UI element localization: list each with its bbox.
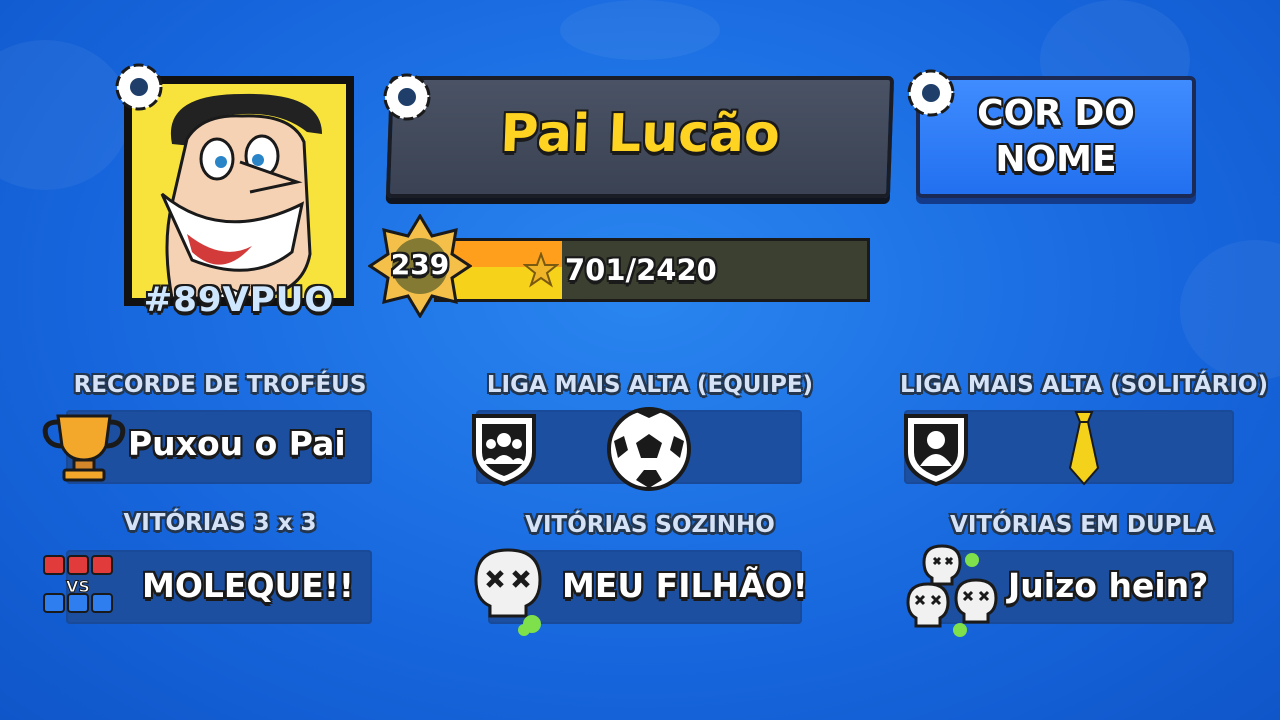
name-color-button-label: COR DO NOME [977, 93, 1135, 180]
wins-duo-value: Juizo hein? [1008, 566, 1209, 605]
star-icon [523, 252, 559, 288]
level-number: 239 [390, 248, 450, 281]
background-skull-decoration [1180, 240, 1280, 380]
experience-bar: 701/2420 [434, 238, 870, 302]
svg-text:VS: VS [66, 577, 90, 596]
soccer-ball-icon [607, 407, 691, 491]
player-tag: #89VPUO [143, 280, 335, 320]
vs-icon: VS [43, 555, 113, 613]
gear-icon[interactable] [376, 66, 438, 128]
trophy-record-value: Puxou o Pai [128, 424, 346, 463]
team-league-label: LIGA MAIS ALTA (EQUIPE) [486, 372, 814, 398]
trophy-record-label: RECORDE DE TROFÉUS [73, 372, 367, 398]
experience-value: 701/2420 [565, 253, 717, 287]
solo-league-label: LIGA MAIS ALTA (SOLITÁRIO) [900, 372, 1268, 398]
wins-3v3-value: MOLEQUE!! [142, 566, 354, 605]
wins-solo-value: MEU FILHÃO! [562, 566, 808, 605]
skull-icon [474, 548, 542, 636]
team-shield-icon [472, 414, 536, 487]
gear-icon[interactable] [900, 62, 962, 124]
tie-icon [1068, 411, 1100, 486]
solo-shield-icon [904, 414, 968, 487]
gear-icon[interactable] [108, 56, 170, 118]
player-name-panel[interactable]: Pai Lucão [385, 76, 895, 198]
trophy-icon [42, 414, 126, 482]
background-skull-decoration [560, 0, 720, 60]
player-name: Pai Lucão [499, 104, 781, 164]
skulls-icon [906, 544, 998, 637]
wins-duo-label: VITÓRIAS EM DUPLA [950, 512, 1214, 538]
wins-solo-label: VITÓRIAS SOZINHO [525, 512, 775, 538]
wins-3v3-label: VITÓRIAS 3 x 3 [123, 510, 317, 536]
